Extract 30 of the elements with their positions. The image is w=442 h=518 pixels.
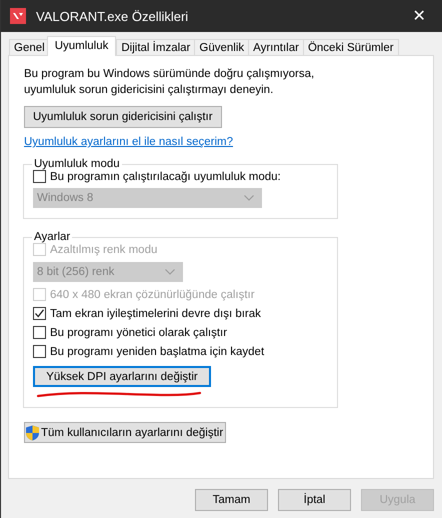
tab[interactable]: Ayrıntılar	[248, 39, 304, 55]
checkbox[interactable]	[33, 326, 46, 339]
tab[interactable]: Genel	[9, 39, 50, 55]
window-title: VALORANT.exe Özellikleri	[36, 8, 190, 24]
group-title: Ayarlar	[33, 231, 72, 243]
checkbox-label: 640 x 480 ekran çözünürlüğünde çalıştır	[50, 288, 255, 300]
checkbox-label: Bu programı yönetici olarak çalıştır	[50, 326, 228, 338]
tab[interactable]: Önceki Sürümler	[302, 39, 399, 55]
tab[interactable]: Uyumluluk	[46, 36, 116, 56]
all-users-button[interactable]: Tüm kullanıcıların ayarlarını değiştir	[24, 422, 226, 443]
help-link[interactable]: Uyumluluk ayarlarını el ile nasıl seçerim?	[24, 136, 233, 148]
tab[interactable]: Dijital İmzalar	[116, 39, 196, 55]
checkbox[interactable]	[33, 307, 46, 320]
checkbox-label: Tam ekran iyileştimelerini devre dışı bırak	[50, 308, 261, 320]
checkbox-label: Bu programın çalıştırılacağı uyumluluk modu:	[50, 170, 281, 182]
chevron-down-icon	[244, 195, 254, 201]
intro-text: Bu program bu Windows sürümünde doğru çalışmıyorsa, uyumluluk sorun gidericisini çalıştırmayı deneyin.	[24, 67, 316, 98]
group-title: Uyumluluk modu	[33, 158, 121, 170]
dialog-button[interactable]: Tamam	[195, 489, 268, 511]
checkbox[interactable]	[33, 345, 46, 358]
checkbox[interactable]	[33, 170, 46, 183]
chevron-down-icon	[165, 269, 175, 275]
shield-icon	[25, 424, 40, 440]
dpi-settings-button[interactable]: Yüksek DPI ayarlarını değiştir	[33, 366, 211, 387]
app-icon	[10, 8, 26, 24]
dialog-button[interactable]: İptal	[278, 489, 351, 511]
close-button[interactable]: ✕	[396, 6, 442, 26]
checkbox-label: Bu programı yeniden başlatma için kaydet	[50, 346, 264, 358]
troubleshooter-button[interactable]: Uyumluluk sorun gidericisini çalıştır	[24, 106, 222, 128]
checkbox-label: Azaltılmış renk modu	[50, 244, 158, 256]
